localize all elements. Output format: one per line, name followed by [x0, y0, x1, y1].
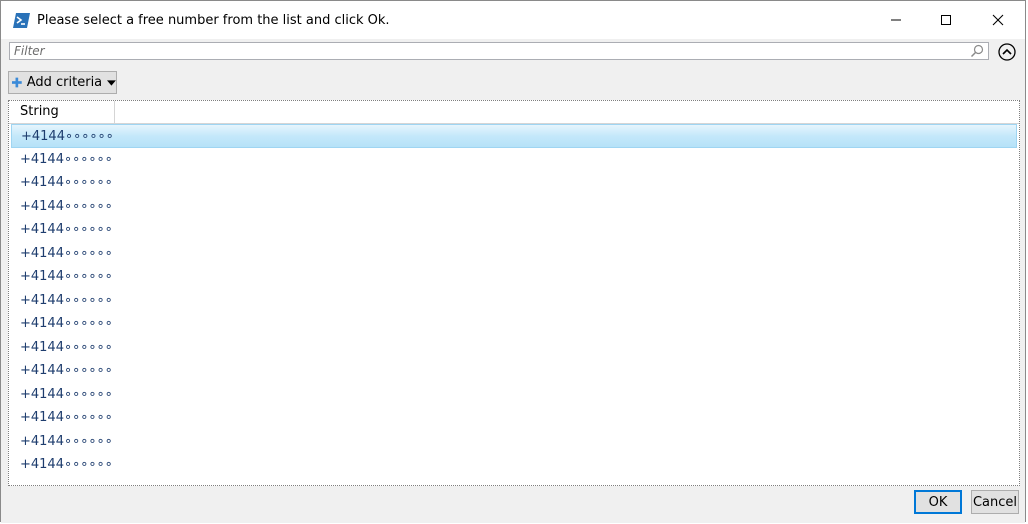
list-item[interactable]: +4144∘∘∘∘∘∘	[9, 242, 1019, 266]
add-criteria-button[interactable]: Add criteria	[8, 71, 117, 94]
column-header-string[interactable]: String	[9, 101, 115, 123]
caret-down-icon	[107, 79, 116, 86]
search-icon[interactable]	[970, 44, 984, 58]
filter-input[interactable]	[12, 43, 956, 59]
minimize-button[interactable]	[873, 1, 919, 39]
list-item[interactable]: +4144∘∘∘∘∘∘	[9, 195, 1019, 219]
list-item[interactable]: +4144∘∘∘∘∘∘	[9, 336, 1019, 360]
list-item[interactable]: +4144∘∘∘∘∘∘	[9, 289, 1019, 313]
list-item[interactable]: +4144∘∘∘∘∘∘	[9, 148, 1019, 172]
minimize-icon	[891, 19, 901, 21]
list-item[interactable]: +4144∘∘∘∘∘∘	[11, 124, 1017, 148]
filter-box	[9, 42, 989, 60]
add-criteria-label: Add criteria	[26, 75, 103, 90]
ok-button[interactable]: OK	[914, 490, 962, 514]
list-item[interactable]: +4144∘∘∘∘∘∘	[9, 265, 1019, 289]
close-icon	[992, 14, 1004, 26]
list-item[interactable]: +4144∘∘∘∘∘∘	[9, 453, 1019, 477]
maximize-button[interactable]	[923, 1, 969, 39]
cancel-button[interactable]: Cancel	[971, 490, 1019, 514]
maximize-icon	[941, 15, 951, 25]
dialog-window: Please select a free number from the lis…	[0, 0, 1026, 523]
list-item[interactable]: +4144∘∘∘∘∘∘	[9, 171, 1019, 195]
powershell-icon	[13, 13, 30, 28]
plus-icon	[12, 77, 22, 88]
window-title: Please select a free number from the lis…	[37, 13, 390, 28]
results-list: String +4144∘∘∘∘∘∘ +4144∘∘∘∘∘∘ +4144∘∘∘∘∘∘…	[8, 100, 1020, 486]
client-area: Add criteria String +4144∘∘∘∘∘∘+4144∘∘∘∘…	[1, 39, 1025, 523]
chevron-up-circle-icon[interactable]	[997, 42, 1017, 62]
list-item[interactable]: +4144∘∘∘∘∘∘	[9, 383, 1019, 407]
title-bar: Please select a free number from the lis…	[1, 1, 1025, 39]
list-rows: +4144∘∘∘∘∘∘ +4144∘∘∘∘∘∘ +4144∘∘∘∘∘∘ +4144∘∘…	[9, 124, 1019, 477]
list-item[interactable]: +4144∘∘∘∘∘∘	[9, 430, 1019, 454]
list-item[interactable]: +4144∘∘∘∘∘∘	[9, 359, 1019, 383]
list-item[interactable]: +4144∘∘∘∘∘∘	[9, 312, 1019, 336]
list-item[interactable]: +4144∘∘∘∘∘∘	[9, 406, 1019, 430]
column-header-row: String	[9, 101, 1019, 124]
close-button[interactable]	[975, 1, 1021, 39]
list-item[interactable]: +4144∘∘∘∘∘∘	[9, 218, 1019, 242]
